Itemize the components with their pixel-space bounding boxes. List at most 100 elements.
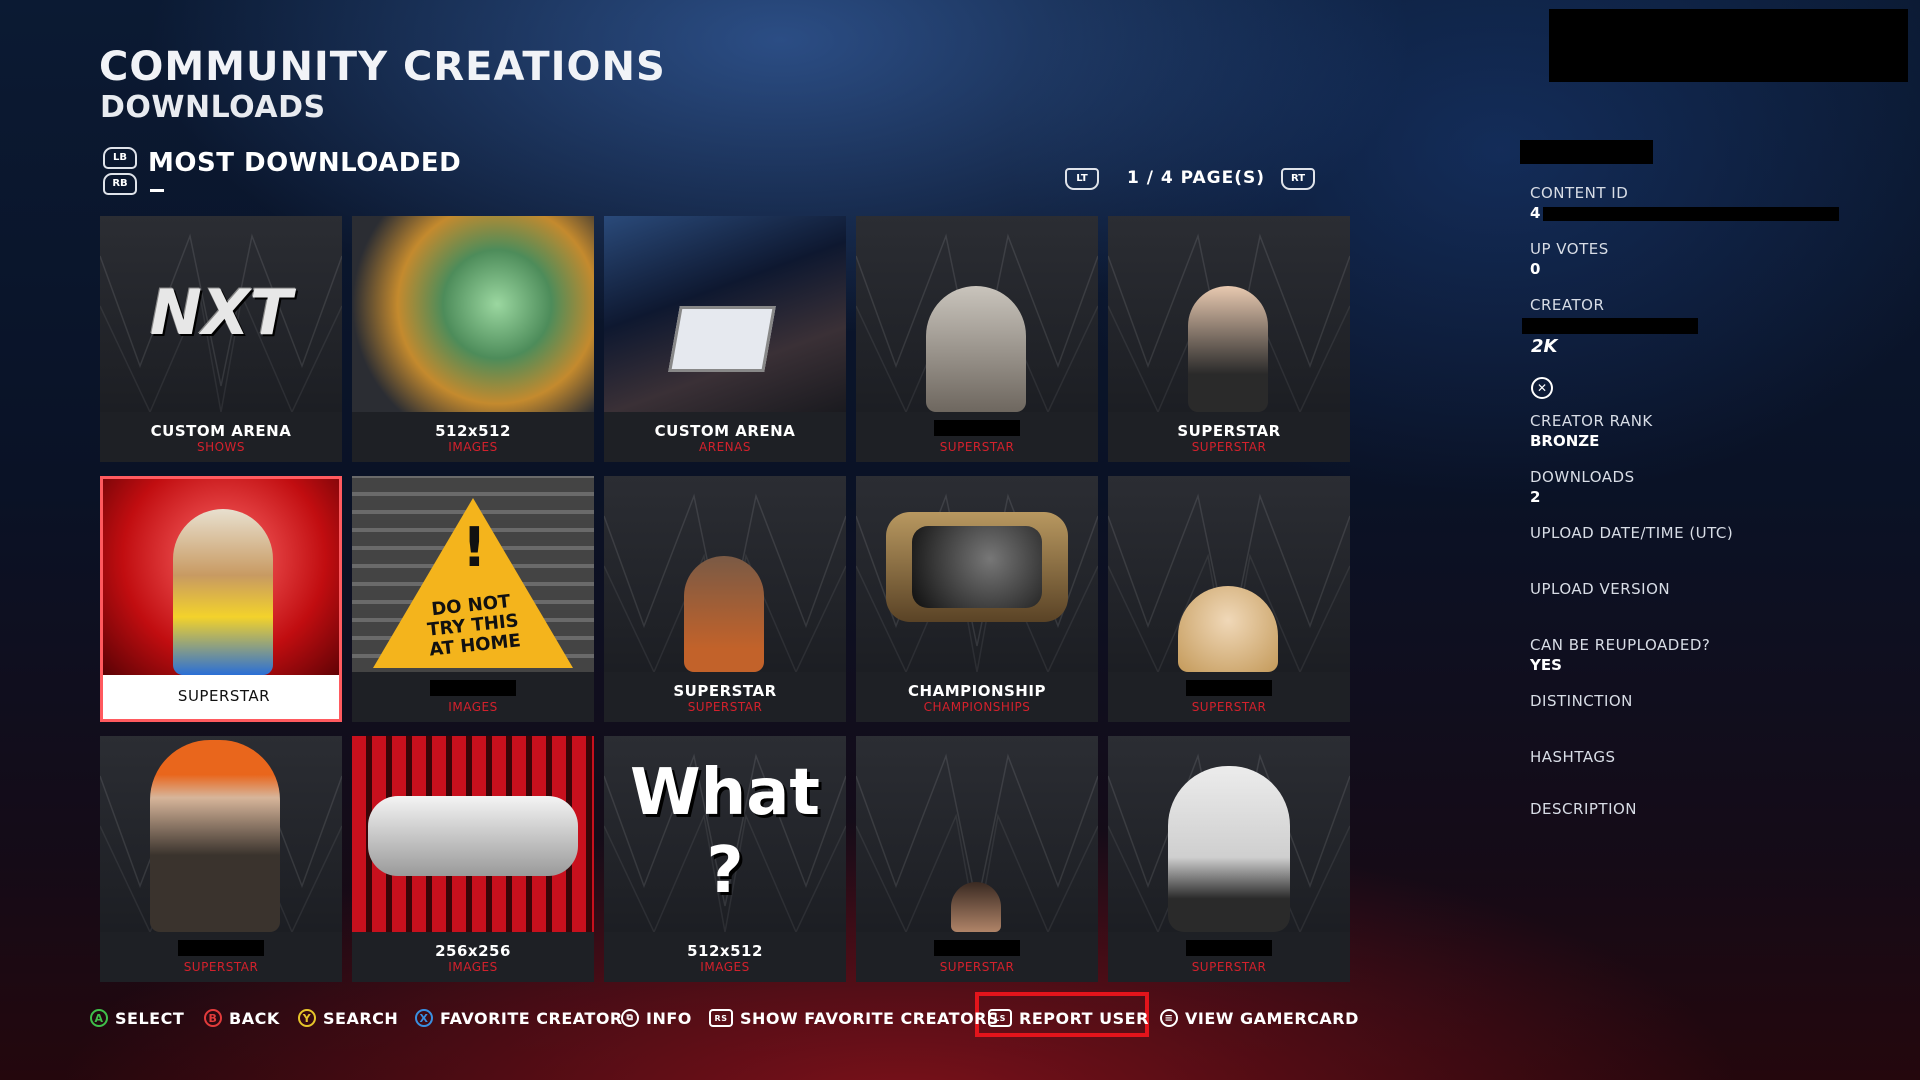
downloads-value: 2 [1530, 488, 1541, 506]
content-tile[interactable]: 512x512 IMAGES [352, 216, 594, 462]
content-tile[interactable]: CHAMPIONSHIP CHAMPIONSHIPS [856, 476, 1098, 722]
tile-category: SUPERSTAR [939, 440, 1015, 454]
select-label: SELECT [115, 1008, 185, 1028]
redacted-title [934, 940, 1020, 956]
redacted-title [430, 680, 516, 696]
warning-sign-art: DO NOT TRY THIS AT HOME! [352, 476, 594, 672]
tile-label-area: 256x256 IMAGES [352, 932, 594, 982]
lb-bumper-icon[interactable]: LB [103, 147, 137, 169]
report-user-button[interactable]: LS REPORT USER [988, 1004, 1149, 1032]
content-tile[interactable]: SUPERSTAR [856, 216, 1098, 462]
tile-category: IMAGES [700, 960, 750, 974]
tile-category: ARENAS [699, 440, 751, 454]
back-button[interactable]: B BACK [204, 1004, 280, 1032]
tile-title: SUPERSTAR [673, 682, 777, 700]
tile-title: SUPERSTAR [177, 687, 271, 705]
description-label: DESCRIPTION [1530, 800, 1638, 818]
sort-label: MOST DOWNLOADED [148, 148, 462, 178]
redacted-title [934, 420, 1020, 436]
content-tile[interactable]: SUPERSTAR [1108, 476, 1350, 722]
redacted-title [1186, 940, 1272, 956]
rt-trigger-icon[interactable]: RT [1281, 168, 1315, 190]
downloads-label: DOWNLOADS [1530, 468, 1635, 486]
content-tile[interactable]: SUPERSTAR [100, 476, 342, 722]
superstar-portrait-art [926, 286, 1026, 412]
hashtags-label: HASHTAGS [1530, 748, 1616, 766]
content-tile[interactable]: SUPERSTAR SUPERSTAR [1108, 216, 1350, 462]
show-favorite-creators-button[interactable]: RS SHOW FAVORITE CREATORS [709, 1004, 999, 1032]
select-button[interactable]: A SELECT [90, 1004, 184, 1032]
tile-thumbnail: NXT [100, 216, 342, 412]
redacted-content-id [1543, 207, 1839, 221]
page-title: COMMUNITY CREATIONS [99, 44, 666, 90]
tile-thumbnail: What ? [604, 736, 846, 932]
reupload-label: CAN BE REUPLOADED? [1530, 636, 1711, 654]
content-tile[interactable]: SUPERSTAR [1108, 736, 1350, 982]
up-votes-label: UP VOTES [1530, 240, 1609, 258]
tile-label-area: SUPERSTAR SUPERSTAR [1108, 412, 1350, 462]
content-tile[interactable]: SUPERSTAR SUPERSTAR [604, 476, 846, 722]
redacted-title [1186, 680, 1272, 696]
tile-thumbnail [856, 736, 1098, 932]
content-tile[interactable]: CUSTOM ARENA ARENAS [604, 216, 846, 462]
redacted-block [1549, 9, 1908, 82]
up-votes-value: 0 [1530, 260, 1541, 278]
superstar-portrait-art [951, 882, 1001, 932]
redacted-title [1520, 140, 1653, 164]
tile-category: SHOWS [196, 440, 246, 454]
nxt-logo-art: NXT [150, 276, 292, 349]
info-label: INFO [646, 1008, 692, 1028]
tile-category: SUPERSTAR [939, 960, 1015, 974]
content-tile[interactable]: DO NOT TRY THIS AT HOME! IMAGES [352, 476, 594, 722]
view-button-icon: ⧉ [621, 1009, 639, 1027]
nxt-belt-art [352, 736, 594, 932]
favorite-creator-button[interactable]: X FAVORITE CREATOR [415, 1004, 623, 1032]
redacted-title [178, 940, 264, 956]
tile-label-area: CHAMPIONSHIP CHAMPIONSHIPS [856, 672, 1098, 722]
tile-title: 256x256 [435, 942, 511, 960]
content-tile[interactable]: SUPERSTAR [856, 736, 1098, 982]
content-tile[interactable]: 256x256 IMAGES [352, 736, 594, 982]
content-id-label: CONTENT ID [1530, 184, 1629, 202]
sort-indicator [150, 189, 164, 192]
upload-date-label: UPLOAD DATE/TIME (UTC) [1530, 524, 1734, 542]
superstar-portrait-art [103, 479, 339, 675]
content-tile[interactable]: What ? 512x512 IMAGES [604, 736, 846, 982]
y-button-icon: Y [298, 1009, 316, 1027]
content-tile[interactable]: SUPERSTAR [100, 736, 342, 982]
show-favorite-creators-label: SHOW FAVORITE CREATORS [740, 1008, 1000, 1028]
tile-label-area: SUPERSTAR [1108, 672, 1350, 722]
tile-thumbnail [1108, 476, 1350, 672]
tile-label-area: 512x512 IMAGES [604, 932, 846, 982]
reupload-value: YES [1530, 656, 1562, 674]
tile-category: SUPERSTAR [183, 960, 259, 974]
superstar-portrait-art [150, 740, 280, 932]
tile-category: SUPERSTAR [1191, 440, 1267, 454]
view-gamercard-button[interactable]: ≡ VIEW GAMERCARD [1160, 1004, 1359, 1032]
lt-trigger-icon[interactable]: LT [1065, 168, 1099, 190]
page-indicator: 1 / 4 PAGE(S) [1127, 168, 1266, 188]
ls-stick-icon: LS [988, 1009, 1012, 1027]
favorite-creator-label: FAVORITE CREATOR [440, 1008, 623, 1028]
tile-thumbnail [856, 476, 1098, 672]
dragon-art [352, 216, 594, 412]
tile-label-area: SUPERSTAR [856, 932, 1098, 982]
redacted-creator [1522, 318, 1698, 334]
search-label: SEARCH [323, 1008, 399, 1028]
rb-bumper-icon[interactable]: RB [103, 173, 137, 195]
tile-thumbnail [1108, 216, 1350, 412]
content-tile[interactable]: NXT CUSTOM ARENA SHOWS [100, 216, 342, 462]
tile-label-area: SUPERSTAR [1108, 932, 1350, 982]
tile-title: 512x512 [687, 942, 763, 960]
tile-category: IMAGES [448, 960, 498, 974]
tile-category: SUPERSTAR [687, 700, 763, 714]
what-text-art: What ? [630, 756, 820, 908]
tile-category: CHAMPIONSHIPS [923, 700, 1031, 714]
tile-label-area: CUSTOM ARENA SHOWS [100, 412, 342, 462]
tile-title: CUSTOM ARENA [654, 422, 796, 440]
tile-label-area: SUPERSTAR SUPERSTAR [604, 672, 846, 722]
tile-category: IMAGES [448, 700, 498, 714]
info-button[interactable]: ⧉ INFO [621, 1004, 692, 1032]
search-button[interactable]: Y SEARCH [298, 1004, 398, 1032]
tile-title: CUSTOM ARENA [150, 422, 292, 440]
